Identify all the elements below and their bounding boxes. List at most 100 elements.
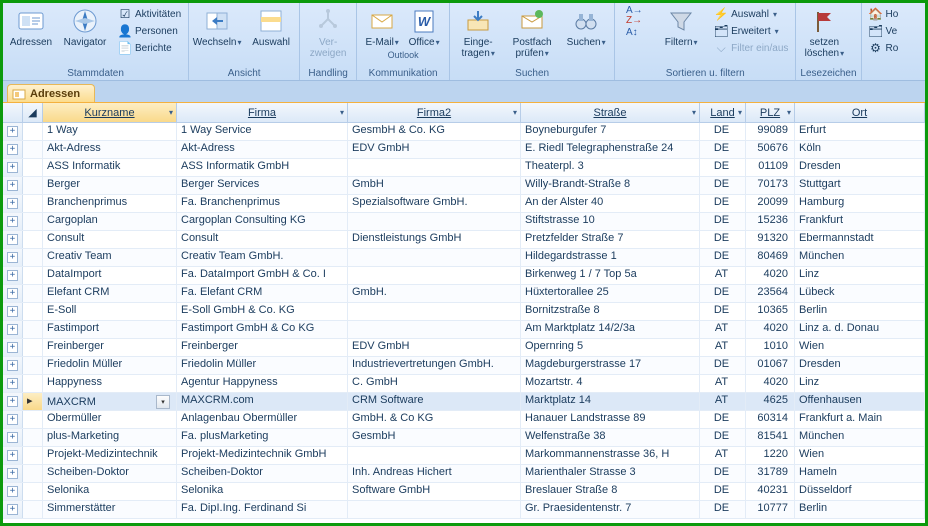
cell[interactable]: Köln — [795, 141, 925, 158]
cell[interactable]: DE — [700, 141, 746, 158]
table-row[interactable]: +Akt-AdressAkt-AdressEDV GmbHE. Riedl Te… — [3, 141, 925, 159]
cell[interactable]: Berger — [43, 177, 177, 194]
expand-cell[interactable]: + — [3, 393, 23, 410]
table-row[interactable]: +Scheiben-DoktorScheiben-DoktorInh. Andr… — [3, 465, 925, 483]
cell[interactable]: DE — [700, 213, 746, 230]
cell[interactable]: AT — [700, 393, 746, 410]
hdr-kurzname[interactable]: Kurzname▾ — [43, 103, 177, 122]
table-row[interactable]: +ConsultConsultDienstleistungs GmbHPretz… — [3, 231, 925, 249]
cell[interactable]: Frankfurt — [795, 213, 925, 230]
cell[interactable]: CRM Software — [348, 393, 521, 410]
table-row[interactable]: + ASS InformatikASS Informatik GmbH Theate… — [3, 159, 925, 177]
cell[interactable]: Fa. Elefant CRM — [177, 285, 348, 302]
expand-cell[interactable]: + — [3, 375, 23, 392]
cell[interactable]: Creativ Team GmbH. — [177, 249, 348, 266]
row-selector[interactable] — [23, 195, 43, 212]
row-selector[interactable] — [23, 177, 43, 194]
cell[interactable]: Consult — [177, 231, 348, 248]
cell[interactable]: Theaterpl. 3 — [521, 159, 700, 176]
row-selector[interactable] — [23, 429, 43, 446]
cell[interactable]: Hüxtertorallee 25 — [521, 285, 700, 302]
cell[interactable]: 1 Way — [43, 123, 177, 140]
cell[interactable]: DE — [700, 177, 746, 194]
cell[interactable]: E-Soll GmbH & Co. KG — [177, 303, 348, 320]
cell[interactable]: Industrievertretungen GmbH. — [348, 357, 521, 374]
cell[interactable]: ASS Informatik GmbH — [177, 159, 348, 176]
expand-icon[interactable]: + — [7, 414, 18, 425]
cell[interactable]: Düsseldorf — [795, 483, 925, 500]
cell[interactable] — [348, 159, 521, 176]
expand-cell[interactable]: + — [3, 123, 23, 140]
cell[interactable]: DE — [700, 285, 746, 302]
table-row[interactable]: +DataImportFa. DataImport GmbH & Co. IBi… — [3, 267, 925, 285]
cell[interactable]: DataImport — [43, 267, 177, 284]
erweitert-btn[interactable]: 🗂Erweitert▾ — [711, 23, 791, 39]
cell[interactable]: DE — [700, 357, 746, 374]
cell[interactable]: Willy-Brandt-Straße 8 — [521, 177, 700, 194]
cell[interactable]: Fa. Branchenprimus — [177, 195, 348, 212]
expand-cell[interactable]: + — [3, 447, 23, 464]
email-btn[interactable]: E-Mail▾ — [361, 5, 403, 50]
cell[interactable]: Simmerstätter — [43, 501, 177, 518]
expand-cell[interactable]: + — [3, 213, 23, 230]
row-selector[interactable] — [23, 303, 43, 320]
cell[interactable]: E-Soll — [43, 303, 177, 320]
cell[interactable]: Anlagenbau Obermüller — [177, 411, 348, 428]
row-selector[interactable] — [23, 321, 43, 338]
table-row[interactable]: +BranchenprimusFa. BranchenprimusSpezial… — [3, 195, 925, 213]
cell[interactable]: Fa. plusMarketing — [177, 429, 348, 446]
cell[interactable]: Selonika — [43, 483, 177, 500]
expand-cell[interactable]: + — [3, 231, 23, 248]
expand-cell[interactable]: + — [3, 357, 23, 374]
expand-cell[interactable]: + — [3, 429, 23, 446]
row-selector[interactable] — [23, 357, 43, 374]
cell[interactable]: DE — [700, 501, 746, 518]
cell[interactable]: GesmbH — [348, 429, 521, 446]
expand-cell[interactable]: + — [3, 303, 23, 320]
cell[interactable]: Freinberger — [43, 339, 177, 356]
cell[interactable]: 4020 — [746, 267, 795, 284]
table-row[interactable]: +BergerBerger ServicesGmbHWilly-Brandt-S… — [3, 177, 925, 195]
verzweigen-btn[interactable]: Ver- zweigen — [304, 5, 352, 61]
cell[interactable]: Creativ Team — [43, 249, 177, 266]
row-selector[interactable] — [23, 141, 43, 158]
hdr-plz[interactable]: PLZ▾ — [746, 103, 795, 122]
personen-btn[interactable]: 👤Personen — [115, 23, 184, 39]
cell[interactable]: Inh. Andreas Hichert — [348, 465, 521, 482]
expand-icon[interactable]: + — [7, 234, 18, 245]
cell[interactable]: Lübeck — [795, 285, 925, 302]
cell[interactable]: 01109 — [746, 159, 795, 176]
cell[interactable]: ASS Informatik — [43, 159, 177, 176]
cell[interactable]: plus-Marketing — [43, 429, 177, 446]
cell[interactable]: Stuttgart — [795, 177, 925, 194]
cell[interactable] — [348, 321, 521, 338]
hdr-ort[interactable]: Ort — [795, 103, 925, 122]
cell[interactable]: AT — [700, 267, 746, 284]
cell[interactable]: Frankfurt a. Main — [795, 411, 925, 428]
expand-cell[interactable]: + — [3, 465, 23, 482]
sort-btn[interactable]: A→Z→A↕ — [619, 5, 651, 37]
cell[interactable]: Scheiben-Doktor — [177, 465, 348, 482]
ve-btn[interactable]: 🗂Ve — [866, 23, 902, 39]
cell[interactable]: Hanauer Landstrasse 89 — [521, 411, 700, 428]
table-row[interactable]: +Elefant CRMFa. Elefant CRMGmbH.Hüxterto… — [3, 285, 925, 303]
row-selector[interactable]: ▸ — [23, 393, 43, 410]
cell[interactable]: 20099 — [746, 195, 795, 212]
navigator-btn[interactable]: Navigator — [61, 5, 109, 50]
cell[interactable]: DE — [700, 429, 746, 446]
wechseln-btn[interactable]: Wechseln▾ — [193, 5, 241, 50]
postfach-btn[interactable]: Postfach prüfen▾ — [508, 5, 556, 61]
cell[interactable]: Dresden — [795, 159, 925, 176]
cell[interactable]: Marienthaler Strasse 3 — [521, 465, 700, 482]
cell[interactable]: 60314 — [746, 411, 795, 428]
expand-cell[interactable]: + — [3, 159, 23, 176]
cell[interactable]: Breslauer Straße 8 — [521, 483, 700, 500]
table-row[interactable]: +FastimportFastimport GmbH & Co KGAm Mar… — [3, 321, 925, 339]
cell[interactable]: Linz a. d. Donau — [795, 321, 925, 338]
table-row[interactable]: +E-SollE-Soll GmbH & Co. KGBornitzstraße… — [3, 303, 925, 321]
cell[interactable]: Agentur Happyness — [177, 375, 348, 392]
cell[interactable]: Mozartstr. 4 — [521, 375, 700, 392]
cell[interactable]: Akt-Adress — [43, 141, 177, 158]
row-selector[interactable] — [23, 501, 43, 518]
expand-icon[interactable]: + — [7, 324, 18, 335]
